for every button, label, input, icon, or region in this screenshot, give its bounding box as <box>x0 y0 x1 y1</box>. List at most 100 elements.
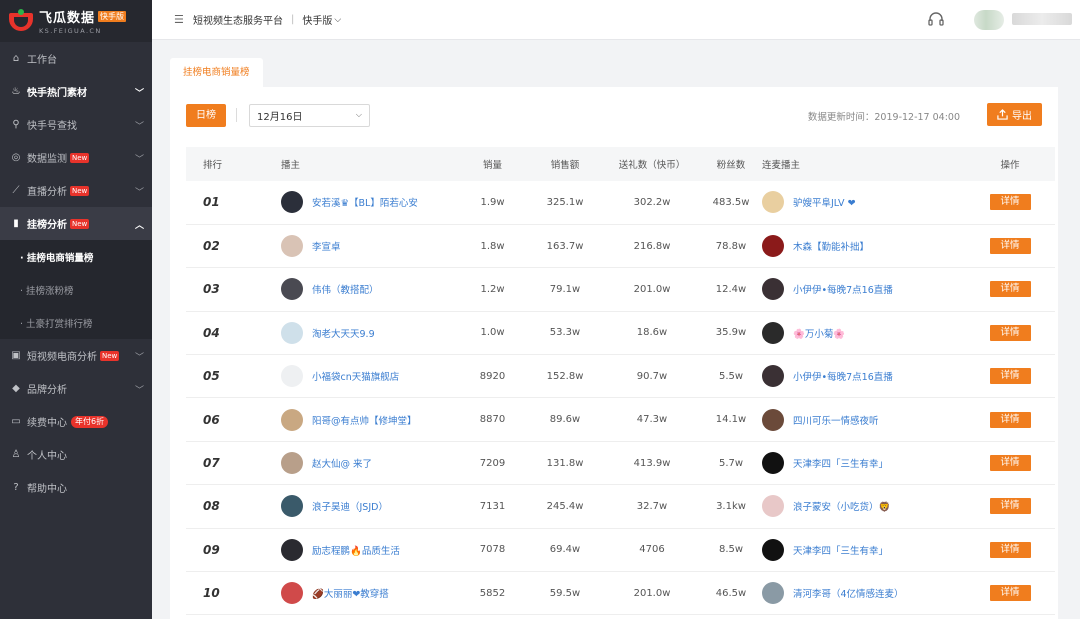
host-name-link[interactable]: 励志程鹏🔥品质生活 <box>312 543 400 557</box>
sidebar-item-renewal-center[interactable]: ▭ 续费中心 年付6折 <box>0 405 152 438</box>
host-name-link[interactable]: 伟伟（教搭配） <box>312 282 379 296</box>
sales-cell: 1.9w <box>480 196 505 208</box>
partner-name-link[interactable]: 小伊伊•每晚7点16直播 <box>793 369 893 383</box>
partner-avatar[interactable] <box>762 321 784 344</box>
sidebar-item-account-search[interactable]: ⚲ 快手号查找 ﹀ <box>0 108 152 141</box>
host-avatar[interactable] <box>281 365 303 388</box>
sidebar-item-label: 帮助中心 <box>27 484 67 495</box>
sidebar-item-workbench[interactable]: ⌂ 工作台 <box>0 42 152 75</box>
sidebar-subitem-fans-ranking[interactable]: · 挂榜涨粉榜 <box>0 273 152 306</box>
header-partner: 连麦播主 <box>762 160 801 171</box>
partner-avatar[interactable] <box>762 408 784 431</box>
sales-cell: 8920 <box>479 370 506 382</box>
partner-name-link[interactable]: 浪子蒙安（小吃货）🦁 <box>793 499 890 513</box>
partner-avatar[interactable] <box>762 278 784 301</box>
partner-avatar[interactable] <box>762 582 784 605</box>
date-select[interactable]: 12月16日 ⌵ <box>249 103 370 127</box>
partner-name-link[interactable]: 驴嫂平阜JLV ❤ <box>793 195 856 209</box>
table-row: 07 赵大仙@ 来了 7209 131.8w 413.9w 5.7w 天津李四「三生有幸」 详… <box>186 441 1055 485</box>
gifts-cell: 216.8w <box>633 240 671 252</box>
user-avatar[interactable] <box>974 10 1004 30</box>
host-avatar[interactable] <box>281 452 303 475</box>
host-name-link[interactable]: 李宣卓 <box>312 239 341 253</box>
menu-toggle-icon[interactable]: ☰ <box>174 13 185 26</box>
gifts-cell: 4706 <box>639 544 665 556</box>
chevron-down-icon[interactable]: ⌵ <box>334 15 341 25</box>
sidebar-item-live-analysis[interactable]: ⟋ 直播分析 New ﹀ <box>0 174 152 207</box>
host-avatar[interactable] <box>281 321 303 344</box>
partner-avatar[interactable] <box>762 452 784 475</box>
sidebar-item-hot-materials[interactable]: ♨ 快手热门素材 ﹀ <box>0 75 152 108</box>
host-name-link[interactable]: 浪子昊迪（JSJD） <box>312 499 388 513</box>
detail-button[interactable]: 详情 <box>989 194 1031 211</box>
detail-button[interactable]: 详情 <box>989 541 1031 558</box>
host-avatar[interactable] <box>281 408 303 431</box>
daily-ranking-button[interactable]: 日榜 <box>186 103 226 127</box>
partner-name-link[interactable]: 天津李四「三生有幸」 <box>793 543 888 557</box>
diamond-icon: ◆ <box>12 383 20 394</box>
sidebar-subitem-sales-ranking[interactable]: · 挂榜电商销量榜 <box>0 240 152 273</box>
sidebar-item-personal-center[interactable]: ♙ 个人中心 <box>0 438 152 471</box>
export-button[interactable]: 导出 <box>987 103 1042 126</box>
partner-name-link[interactable]: 木森【勤能补拙】 <box>793 239 869 253</box>
sidebar-subitem-tipping-ranking[interactable]: · 土豪打赏排行榜 <box>0 306 152 339</box>
action-cell: 详情 <box>965 224 1055 267</box>
partner-name-link[interactable]: 清河李哥（4亿情感连麦） <box>793 586 904 600</box>
sidebar-item-help-center[interactable]: ? 帮助中心 <box>0 471 152 504</box>
host-name-link[interactable]: 安若溪♛【BL】陌若心安 <box>312 195 418 209</box>
partner-avatar[interactable] <box>762 365 784 388</box>
host-avatar[interactable] <box>281 235 303 258</box>
chevron-down-icon: ﹀ <box>134 122 144 132</box>
headset-icon[interactable] <box>927 11 945 29</box>
gifts-cell: 201.0w <box>633 283 671 295</box>
detail-button[interactable]: 详情 <box>989 455 1031 472</box>
header-gifts: 送礼数（快币） <box>618 160 686 171</box>
sidebar-item-brand-analysis[interactable]: ◆ 品牌分析 ﹀ <box>0 372 152 405</box>
partner-avatar[interactable] <box>762 191 784 214</box>
host-avatar[interactable] <box>281 538 303 561</box>
help-icon: ? <box>13 482 19 493</box>
partner-name-link[interactable]: 天津李四「三生有幸」 <box>793 456 888 470</box>
host-name-link[interactable]: 赵大仙@ 来了 <box>312 456 372 470</box>
detail-button[interactable]: 详情 <box>989 411 1031 428</box>
fans-cell: 8.5w <box>718 544 744 556</box>
host-name-link[interactable]: 阳哥@有点帅【修坤堂】 <box>312 413 417 427</box>
action-cell: 详情 <box>965 441 1055 484</box>
host-name-link[interactable]: 🏈大丽丽❤教穿搭 <box>312 586 389 600</box>
table-row: 06 阳哥@有点帅【修坤堂】 8870 89.6w 47.3w 14.1w 四川可乐一情感夜… <box>186 398 1055 442</box>
chevron-down-icon: ﹀ <box>134 188 144 198</box>
sidebar-item-ecommerce-analysis[interactable]: ▣ 短视频电商分析 New ﹀ <box>0 339 152 372</box>
sidebar-item-data-monitor[interactable]: ◎ 数据监测 New ﹀ <box>0 141 152 174</box>
fans-cell: 12.4w <box>715 283 747 295</box>
partner-avatar[interactable] <box>762 538 784 561</box>
partner-name-link[interactable]: 🌸万小菊🌸 <box>793 326 845 340</box>
host-avatar[interactable] <box>281 582 303 605</box>
detail-button[interactable]: 详情 <box>989 498 1031 515</box>
new-badge: New <box>70 152 90 163</box>
logo-name: 飞瓜数据 <box>39 11 96 26</box>
sidebar-item-label: 个人中心 <box>27 451 67 462</box>
partner-avatar[interactable] <box>762 235 784 258</box>
sidebar-item-ranking-analysis[interactable]: ▮ 挂榜分析 New ︿ <box>0 207 152 240</box>
logo[interactable]: 飞瓜数据 快手版 KS.FEIGUA.CN <box>0 0 152 42</box>
platform-switcher[interactable]: 快手版 <box>302 12 332 27</box>
revenue-cell: 89.6w <box>549 414 581 426</box>
partner-avatar[interactable] <box>762 495 784 518</box>
host-avatar[interactable] <box>281 495 303 518</box>
revenue-cell: 325.1w <box>546 196 584 208</box>
sidebar-menu: ⌂ 工作台 ♨ 快手热门素材 ﹀ ⚲ 快手号查找 ﹀ ◎ 数据监测 New ﹀ ⟋ 直播分析 New ﹀ ▮ 挂榜… <box>0 42 152 504</box>
detail-button[interactable]: 详情 <box>989 368 1031 385</box>
detail-button[interactable]: 详情 <box>989 281 1031 298</box>
monitor-icon: ◎ <box>11 152 21 163</box>
host-avatar[interactable] <box>281 191 303 214</box>
host-name-link[interactable]: 小福袋cn天猫旗舰店 <box>312 369 399 383</box>
detail-button[interactable]: 详情 <box>989 585 1031 602</box>
user-name-blurred[interactable] <box>1012 13 1072 25</box>
partner-name-link[interactable]: 小伊伊•每晚7点16直播 <box>793 282 893 296</box>
host-name-link[interactable]: 淘老大天天9.9 <box>312 326 375 340</box>
detail-button[interactable]: 详情 <box>989 238 1031 255</box>
host-avatar[interactable] <box>281 278 303 301</box>
tab-sales-ranking[interactable]: 挂榜电商销量榜 <box>170 58 263 87</box>
detail-button[interactable]: 详情 <box>989 324 1031 341</box>
partner-name-link[interactable]: 四川可乐一情感夜听 <box>793 413 879 427</box>
